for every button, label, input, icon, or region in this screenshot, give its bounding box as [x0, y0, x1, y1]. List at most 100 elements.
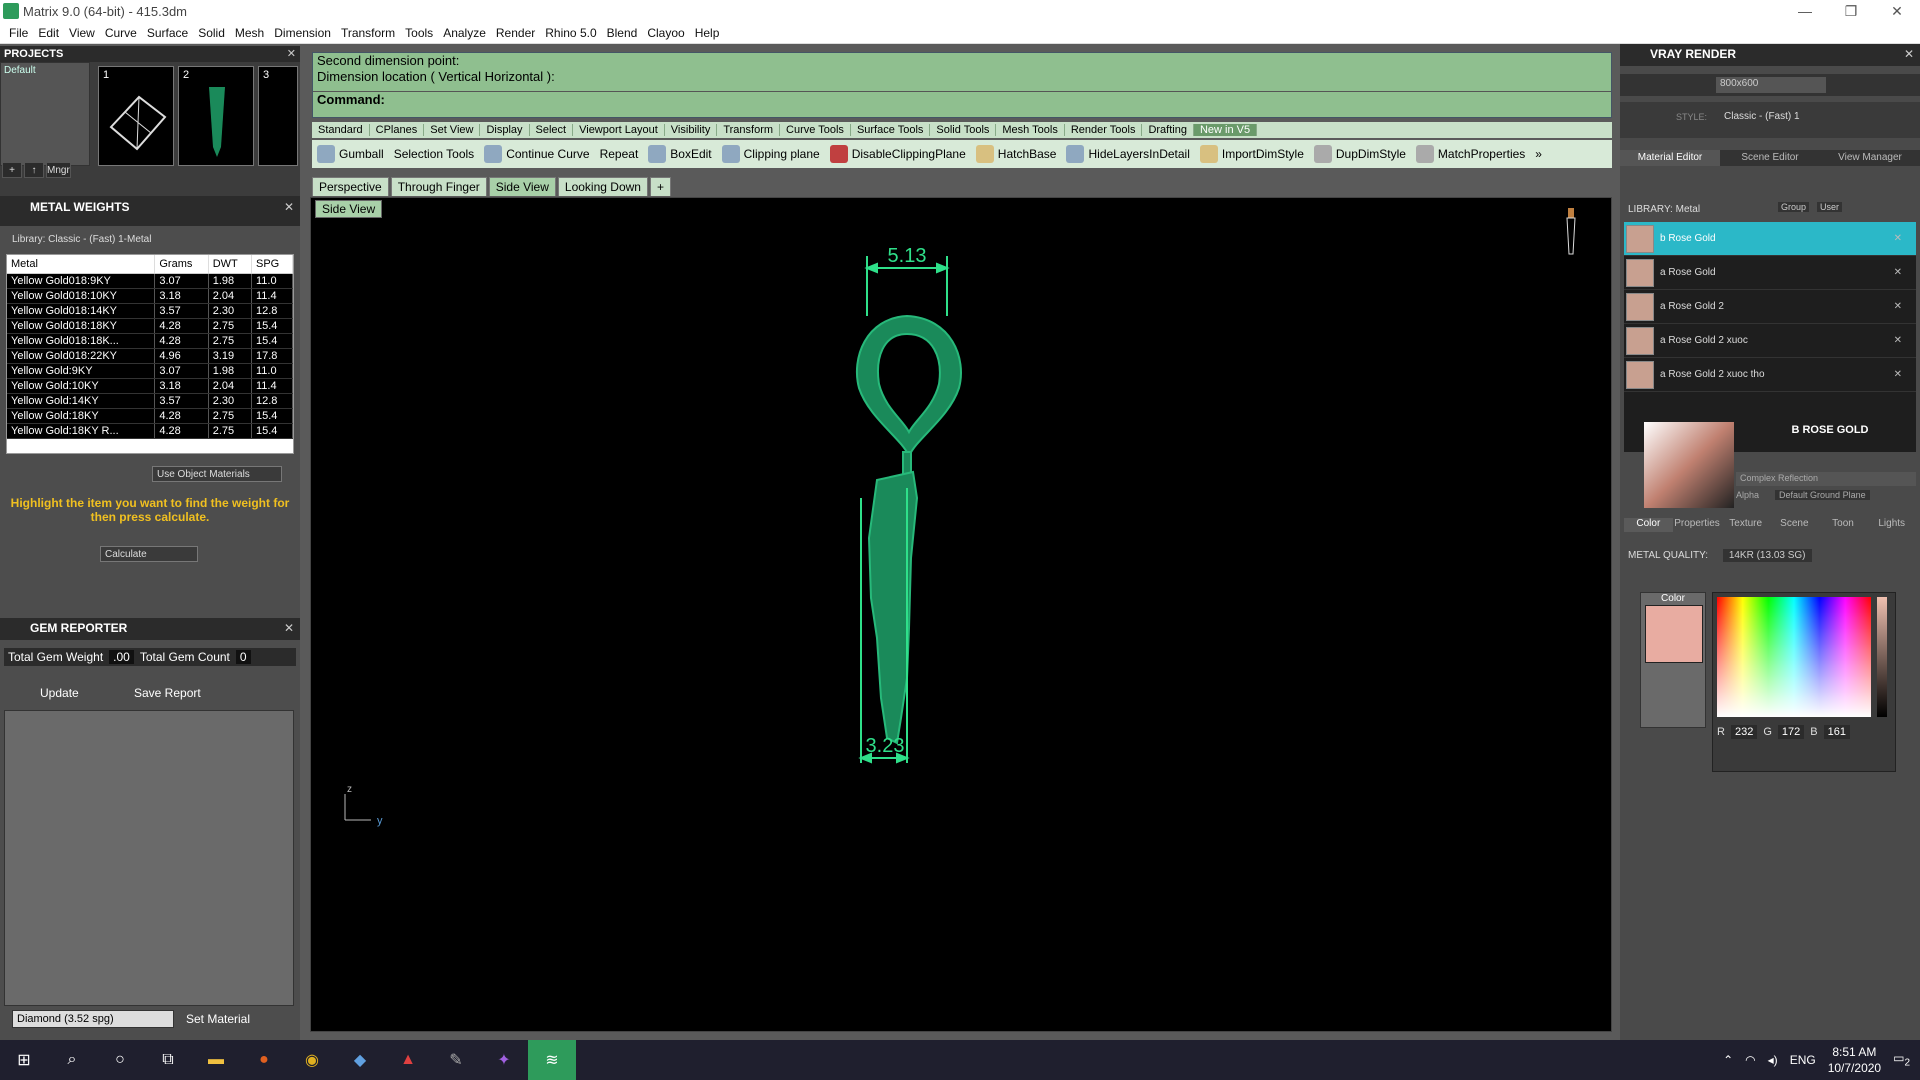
chrome-icon[interactable]: ◉ [288, 1040, 336, 1080]
menu-dimension[interactable]: Dimension [269, 26, 336, 40]
brightness-slider[interactable] [1877, 597, 1887, 717]
table-row[interactable]: Yellow Gold018:14KY 3.57 2.30 12.8 [7, 303, 293, 319]
remove-icon[interactable]: ✕ [1894, 335, 1902, 346]
wifi-icon[interactable]: ◠ [1745, 1053, 1755, 1067]
project-thumbnail[interactable]: 2 [178, 66, 254, 166]
color-swatch[interactable] [1645, 605, 1703, 663]
gem-list[interactable] [4, 710, 294, 1006]
matrix-taskbar-icon[interactable]: ≋ [528, 1040, 576, 1080]
menu-render[interactable]: Render [491, 26, 540, 40]
menu-clayoo[interactable]: Clayoo [642, 26, 689, 40]
tab-standard[interactable]: Standard [312, 124, 370, 136]
cortana-icon[interactable]: ○ [96, 1040, 144, 1080]
disable-clipping-plane-button[interactable]: DisableClippingPlane [825, 145, 971, 163]
ground-plane-select[interactable]: Default Ground Plane [1775, 490, 1870, 500]
tab-new-in-v5[interactable]: New in V5 [1193, 124, 1258, 136]
up-button[interactable]: ↑ [24, 162, 44, 178]
minimize-button[interactable]: — [1782, 0, 1828, 22]
menu-curve[interactable]: Curve [100, 26, 142, 40]
project-item-default[interactable]: Default [1, 63, 89, 78]
table-row[interactable]: Yellow Gold018:18KY 4.28 2.75 15.4 [7, 318, 293, 334]
blue-input[interactable]: 161 [1823, 725, 1850, 739]
table-row[interactable]: Yellow Gold018:18K... 4.28 2.75 15.4 [7, 333, 293, 349]
tab-transform[interactable]: Transform [717, 124, 781, 136]
tab-toon[interactable]: Toon [1819, 518, 1868, 532]
boxedit-button[interactable]: BoxEdit [643, 145, 716, 163]
close-icon[interactable]: ✕ [284, 621, 294, 635]
project-list[interactable]: Default [0, 62, 90, 166]
add-project-button[interactable]: + [2, 162, 22, 178]
menu-blend[interactable]: Blend [602, 26, 643, 40]
red-input[interactable]: 232 [1730, 725, 1758, 739]
color-spectrum[interactable] [1717, 597, 1871, 717]
menu-surface[interactable]: Surface [142, 26, 193, 40]
selection-tools-button[interactable]: Selection Tools [389, 147, 480, 161]
tab-visibility[interactable]: Visibility [665, 124, 718, 136]
remove-icon[interactable]: ✕ [1894, 369, 1902, 380]
pendant-model[interactable]: 5.13 3.23 z y [311, 198, 1611, 1031]
resolution-select[interactable]: 800x600 [1716, 77, 1826, 93]
app-icon[interactable]: ✦ [480, 1040, 528, 1080]
tab-solid-tools[interactable]: Solid Tools [930, 124, 997, 136]
close-icon[interactable]: ✕ [287, 46, 296, 62]
tab-view-manager[interactable]: View Manager [1820, 150, 1920, 166]
hide-layers-button[interactable]: HideLayersInDetail [1061, 145, 1194, 163]
group-button[interactable]: Group [1778, 202, 1810, 212]
tab-perspective[interactable]: Perspective [312, 177, 389, 196]
tab-scene-editor[interactable]: Scene Editor [1720, 150, 1820, 166]
menu-solid[interactable]: Solid [193, 26, 230, 40]
table-row[interactable]: Yellow Gold:18KY 4.28 2.75 15.4 [7, 408, 293, 424]
tab-material-editor[interactable]: Material Editor [1620, 150, 1720, 166]
file-explorer-icon[interactable]: ▬ [192, 1040, 240, 1080]
metal-table[interactable]: Metal Grams DWT SPG Yellow Gold018:9KY 3.07 1… [6, 254, 294, 454]
close-button[interactable]: ✕ [1874, 0, 1920, 22]
column-header[interactable]: Grams [154, 255, 209, 274]
start-icon[interactable]: ⊞ [0, 1040, 48, 1080]
tab-color[interactable]: Color [1624, 518, 1673, 532]
tab-looking-down[interactable]: Looking Down [557, 177, 648, 196]
tab-lights[interactable]: Lights [1867, 518, 1916, 532]
tab-mesh-tools[interactable]: Mesh Tools [996, 124, 1065, 136]
gumball-button[interactable]: Gumball [312, 145, 389, 163]
style-select[interactable]: Classic - (Fast) 1 [1724, 111, 1800, 122]
viewport[interactable]: Side View 5.13 3.23 z y [310, 197, 1612, 1032]
search-icon[interactable]: ⌕ [48, 1040, 96, 1080]
manager-button[interactable]: Mngr [46, 162, 71, 178]
app-icon[interactable]: ◆ [336, 1040, 384, 1080]
more-tools-icon[interactable]: » [1530, 147, 1547, 161]
maximize-button[interactable]: ❐ [1828, 0, 1874, 22]
tab-cplanes[interactable]: CPlanes [370, 124, 425, 136]
table-row[interactable]: Yellow Gold018:22KY 4.96 3.19 17.8 [7, 348, 293, 364]
column-header[interactable]: DWT [208, 255, 253, 274]
language-indicator[interactable]: ENG [1790, 1053, 1816, 1067]
material-item[interactable]: a Rose Gold 2 ✕ [1624, 290, 1916, 324]
tab-scene[interactable]: Scene [1770, 518, 1819, 532]
material-item[interactable]: a Rose Gold ✕ [1624, 256, 1916, 290]
notification-icon[interactable]: ▭2 [1893, 1051, 1910, 1068]
color-picker[interactable]: R 232 G 172 B 161 [1712, 592, 1896, 772]
save-report-button[interactable]: Save Report [134, 686, 201, 700]
tab-drafting[interactable]: Drafting [1142, 124, 1194, 136]
menu-analyze[interactable]: Analyze [438, 26, 491, 40]
volume-icon[interactable]: ◂) [1768, 1053, 1778, 1067]
menu-edit[interactable]: Edit [33, 26, 64, 40]
project-thumbnail[interactable]: 1 [98, 66, 174, 166]
hatchbase-button[interactable]: HatchBase [971, 145, 1062, 163]
tab-surface-tools[interactable]: Surface Tools [851, 124, 931, 136]
material-select[interactable]: Diamond (3.52 spg) [12, 1010, 174, 1028]
column-header[interactable]: SPG [251, 255, 293, 274]
table-row[interactable]: Yellow Gold018:9KY 3.07 1.98 11.0 [7, 273, 293, 289]
repeat-button[interactable]: Repeat [595, 147, 644, 161]
table-row[interactable]: Yellow Gold:10KY 3.18 2.04 11.4 [7, 378, 293, 394]
app-icon[interactable]: ▲ [384, 1040, 432, 1080]
metal-quality-select[interactable]: 14KR (13.03 SG) [1722, 549, 1812, 562]
table-row[interactable]: Yellow Gold:18KY R... 4.28 2.75 15.4 [7, 423, 293, 439]
menu-mesh[interactable]: Mesh [230, 26, 269, 40]
table-row[interactable]: Yellow Gold:9KY 3.07 1.98 11.0 [7, 363, 293, 379]
close-icon[interactable]: ✕ [1904, 47, 1914, 61]
menu-help[interactable]: Help [690, 26, 725, 40]
user-button[interactable]: User [1817, 202, 1843, 212]
remove-icon[interactable]: ✕ [1894, 267, 1902, 278]
remove-icon[interactable]: ✕ [1894, 301, 1902, 312]
menu-transform[interactable]: Transform [336, 26, 400, 40]
